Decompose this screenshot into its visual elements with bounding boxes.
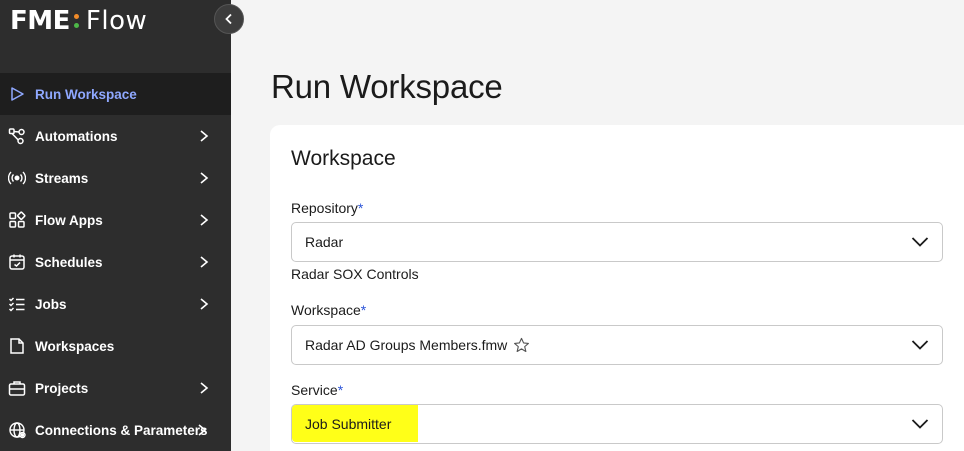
collapse-sidebar-button[interactable] bbox=[214, 4, 244, 34]
main-content: Run Workspace Workspace Repository* Rada… bbox=[231, 0, 964, 451]
briefcase-icon bbox=[8, 379, 26, 397]
repository-select[interactable]: Radar bbox=[291, 222, 943, 262]
service-select[interactable]: Job Submitter bbox=[291, 404, 943, 444]
chevron-left-icon bbox=[225, 13, 232, 25]
workspace-card: Workspace Repository* Radar Radar SOX Co… bbox=[270, 125, 964, 451]
workspace-label: Workspace* bbox=[291, 302, 366, 318]
chevron-down-icon bbox=[911, 340, 929, 350]
required-mark: * bbox=[337, 382, 344, 398]
sidebar-item-schedules[interactable]: Schedules bbox=[0, 241, 231, 283]
sidebar-item-label: Projects bbox=[35, 380, 89, 396]
repository-label: Repository* bbox=[291, 200, 363, 216]
automations-icon bbox=[8, 127, 26, 145]
chevron-right-icon bbox=[200, 298, 209, 310]
checklist-icon bbox=[8, 295, 26, 313]
required-mark: * bbox=[357, 200, 364, 216]
sidebar-item-label: Jobs bbox=[35, 296, 67, 312]
card-title: Workspace bbox=[291, 147, 396, 170]
chevron-right-icon bbox=[200, 172, 209, 184]
document-icon bbox=[8, 337, 26, 355]
chevron-right-icon bbox=[200, 130, 209, 142]
service-value: Job Submitter bbox=[305, 416, 392, 432]
logo-dot-green bbox=[73, 23, 79, 28]
broadcast-icon bbox=[8, 169, 26, 187]
service-label: Service* bbox=[291, 382, 343, 398]
sidebar-item-label: Run Workspace bbox=[35, 86, 137, 102]
logo-dots-icon bbox=[73, 14, 79, 28]
repository-description: Radar SOX Controls bbox=[291, 266, 419, 282]
chevron-right-icon bbox=[200, 382, 209, 394]
logo-fme-text: FME bbox=[10, 6, 70, 36]
chevron-right-icon bbox=[198, 424, 207, 436]
sidebar-item-projects[interactable]: Projects bbox=[0, 367, 231, 409]
sidebar-item-streams[interactable]: Streams bbox=[0, 157, 231, 199]
sidebar-item-label: Streams bbox=[35, 170, 89, 186]
sidebar-item-label: Connections & Parameters bbox=[35, 422, 208, 438]
sidebar-item-run-workspace[interactable]: Run Workspace bbox=[0, 73, 231, 115]
repository-label-text: Repository bbox=[291, 200, 358, 216]
service-label-text: Service bbox=[291, 382, 338, 398]
chevron-right-icon bbox=[200, 256, 209, 268]
workspace-select[interactable]: Radar AD Groups Members.fmw bbox=[291, 325, 943, 365]
chevron-down-icon bbox=[911, 237, 929, 247]
apps-grid-icon bbox=[8, 211, 26, 229]
sidebar: FME Flow Run Workspace Automations Strea… bbox=[0, 0, 231, 451]
logo-dot-orange bbox=[73, 14, 79, 19]
page-title: Run Workspace bbox=[271, 68, 503, 105]
sidebar-item-label: Workspaces bbox=[35, 338, 115, 354]
sidebar-item-automations[interactable]: Automations bbox=[0, 115, 231, 157]
sidebar-item-label: Automations bbox=[35, 128, 118, 144]
sidebar-item-workspaces[interactable]: Workspaces bbox=[0, 325, 231, 367]
workspace-value: Radar AD Groups Members.fmw bbox=[305, 337, 508, 353]
fme-flow-logo[interactable]: FME Flow bbox=[10, 6, 147, 36]
sidebar-item-connections-parameters[interactable]: Connections & Parameters bbox=[0, 409, 231, 451]
workspace-label-text: Workspace bbox=[291, 302, 361, 318]
sidebar-item-label: Flow Apps bbox=[35, 212, 103, 228]
repository-value: Radar bbox=[305, 234, 344, 250]
logo-flow-text: Flow bbox=[85, 6, 148, 36]
required-mark: * bbox=[360, 302, 367, 318]
chevron-down-icon bbox=[911, 419, 929, 429]
sidebar-item-label: Schedules bbox=[35, 254, 103, 270]
sidebar-item-jobs[interactable]: Jobs bbox=[0, 283, 231, 325]
calendar-icon bbox=[8, 253, 26, 271]
play-icon bbox=[8, 85, 26, 103]
sidebar-nav: Run Workspace Automations Streams Flow A… bbox=[0, 73, 231, 451]
chevron-right-icon bbox=[200, 214, 209, 226]
sidebar-item-flow-apps[interactable]: Flow Apps bbox=[0, 199, 231, 241]
globe-icon bbox=[8, 421, 26, 439]
favorite-star-icon[interactable] bbox=[513, 337, 530, 354]
